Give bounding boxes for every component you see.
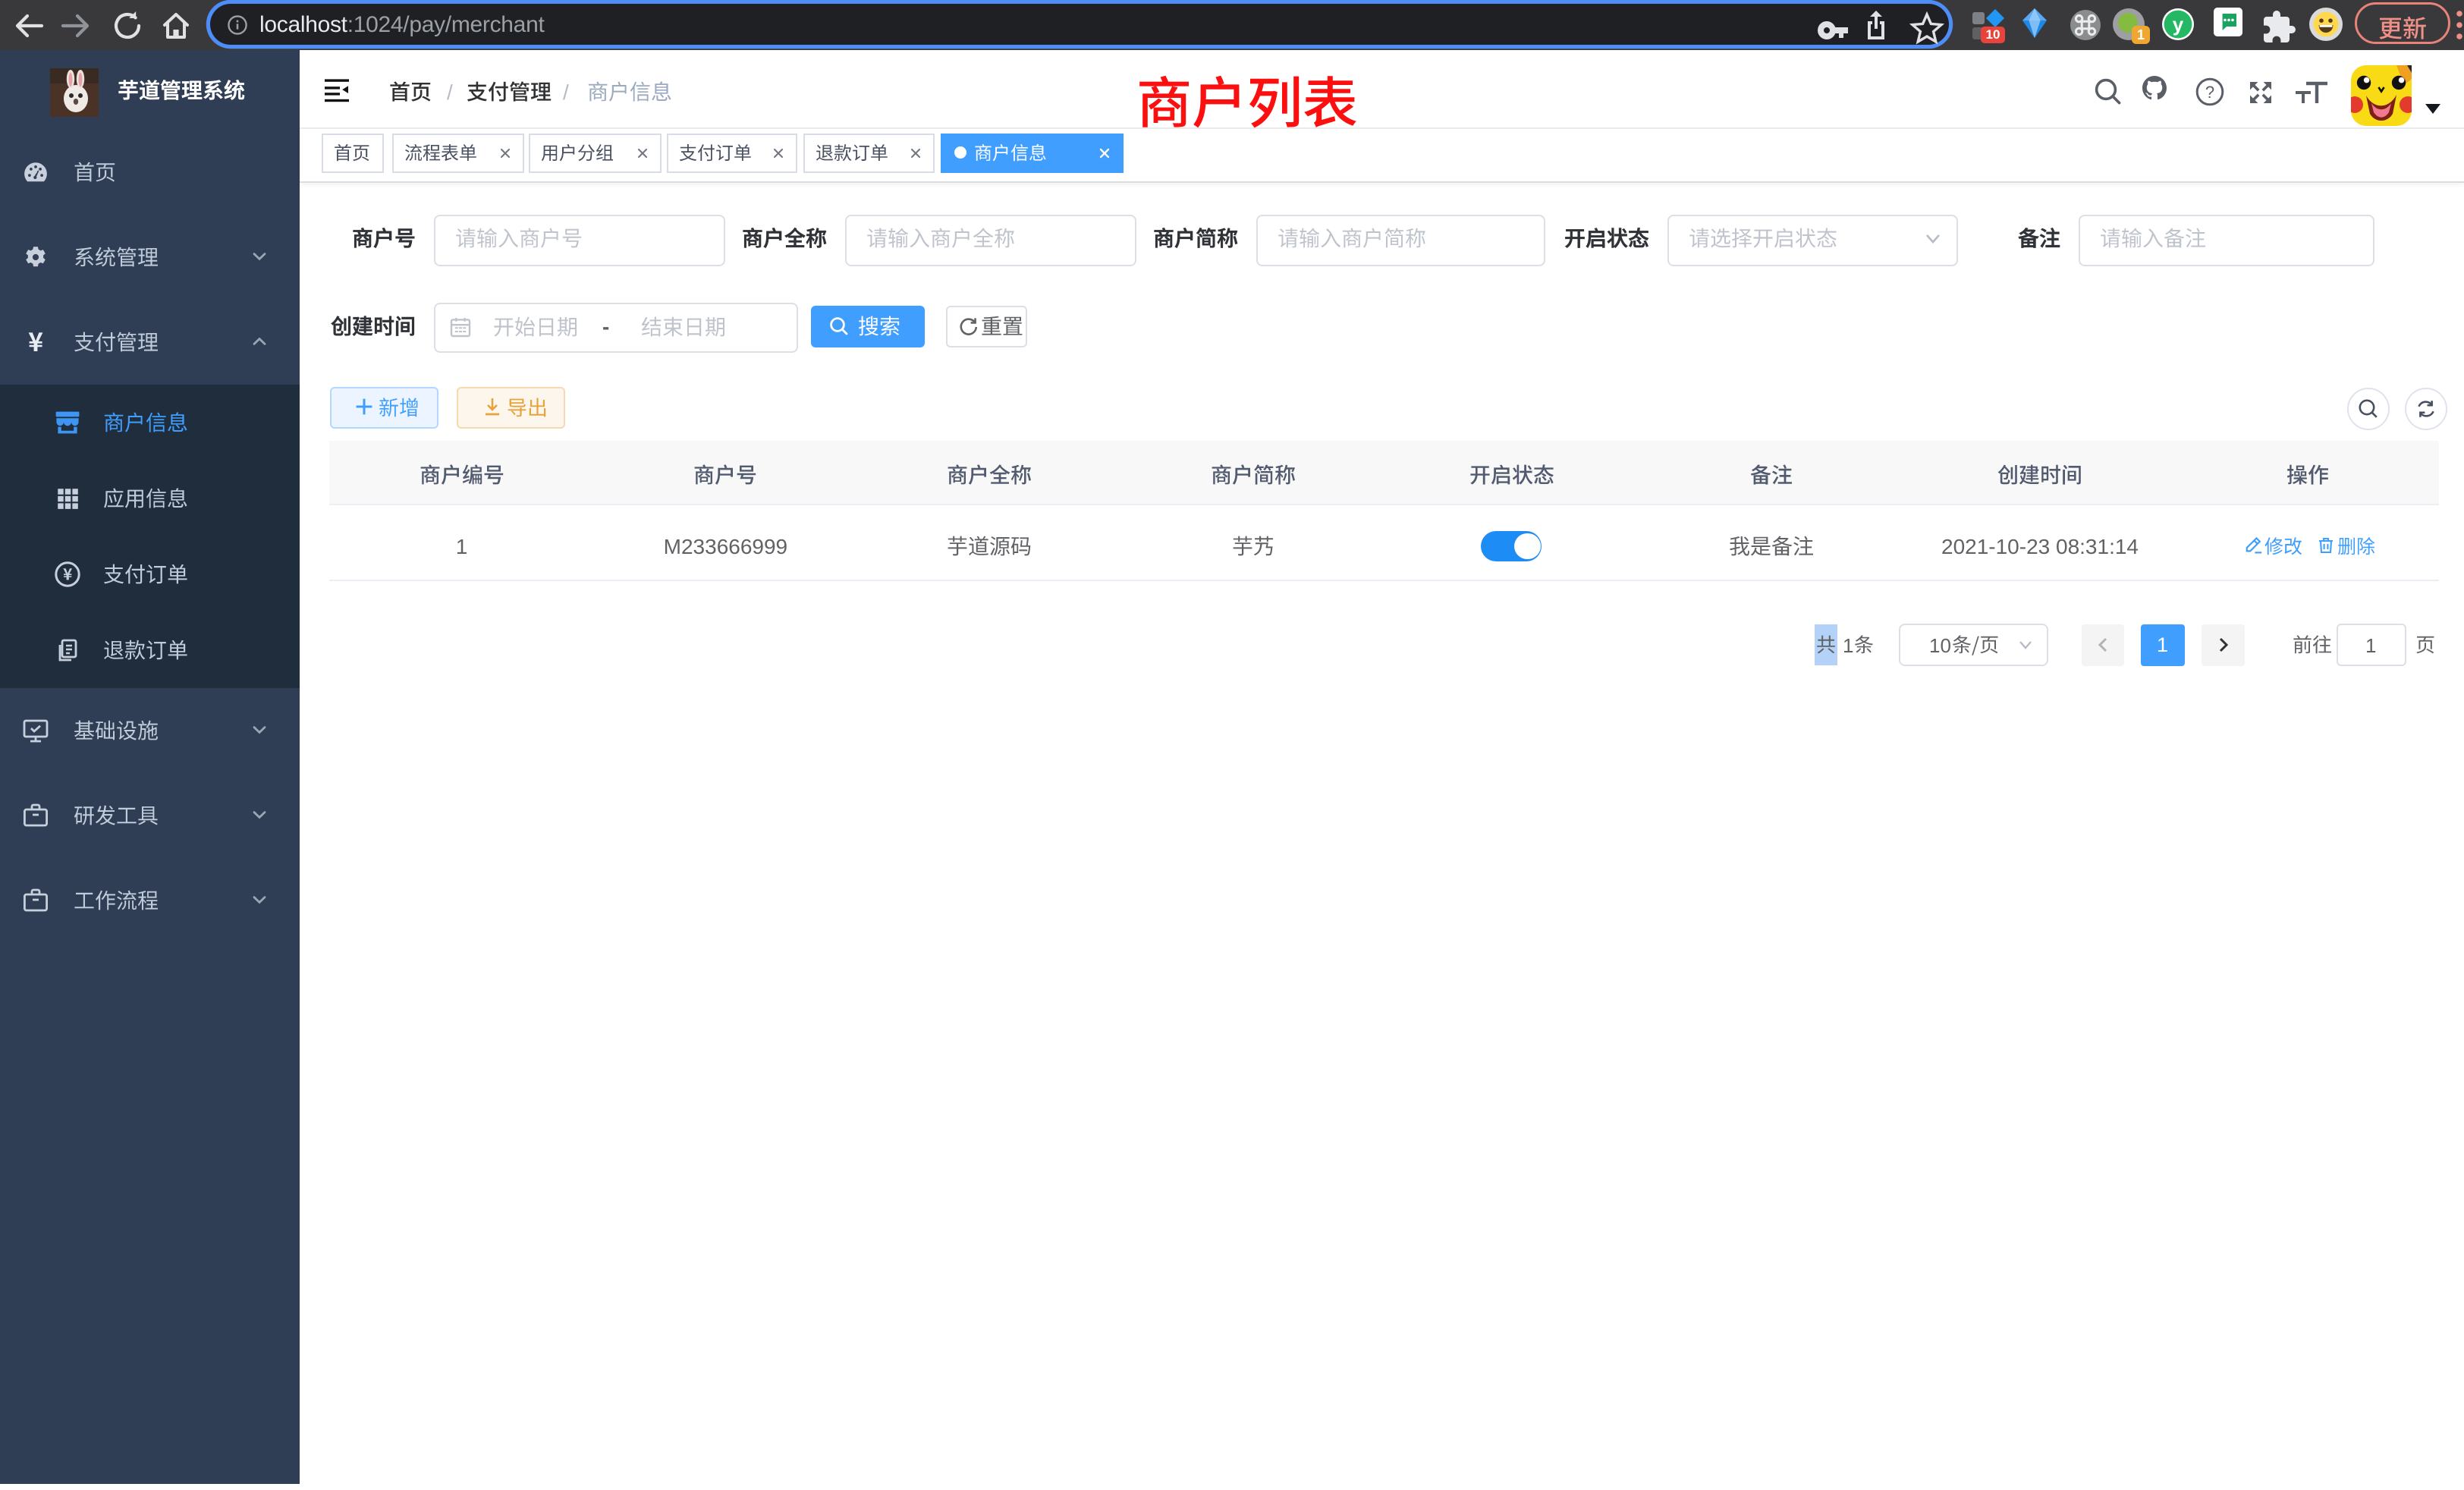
svg-text:y: y [2173, 13, 2184, 36]
svg-text:?: ? [2205, 83, 2214, 102]
